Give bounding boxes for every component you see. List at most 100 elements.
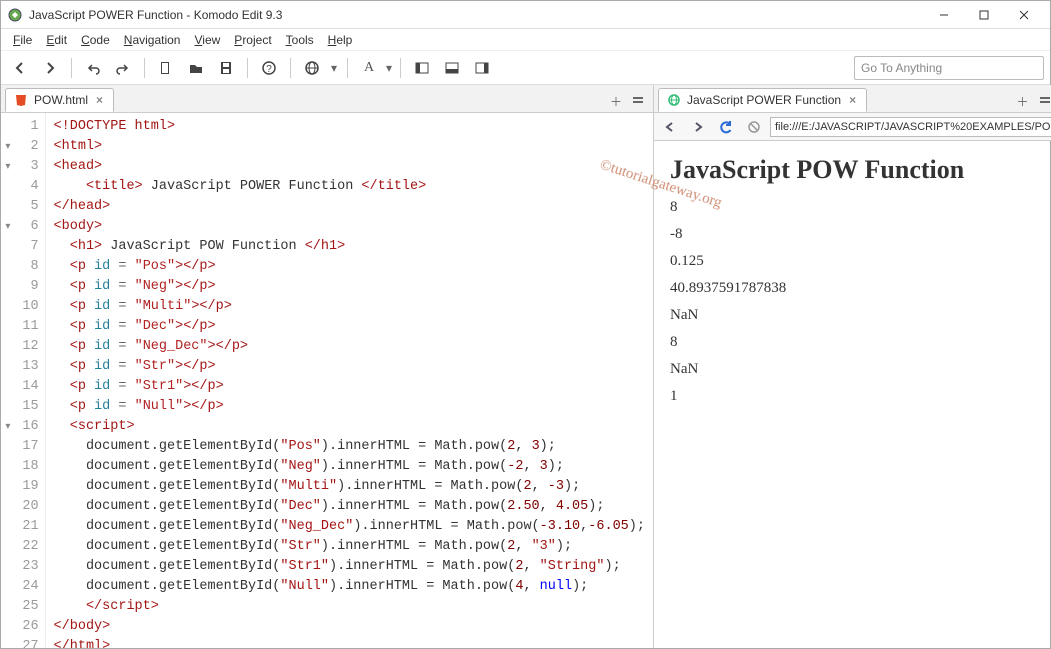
new-tab-button[interactable]: ＋ [605,90,627,112]
menu-view[interactable]: View [188,31,226,49]
open-file-button[interactable] [183,55,209,81]
globe-icon [667,93,681,107]
svg-text:?: ? [266,64,272,75]
code-line[interactable]: </html> [54,637,645,648]
code-line[interactable]: <html> [54,137,645,157]
code-line[interactable]: document.getElementById("Str1").innerHTM… [54,557,645,577]
fold-toggle [1,597,15,617]
menu-file[interactable]: File [7,31,38,49]
code-line[interactable]: <title> JavaScript POWER Function </titl… [54,177,645,197]
redo-button[interactable] [110,55,136,81]
preview-value: 8 [670,334,1044,351]
panel-left-button[interactable] [409,55,435,81]
menu-code[interactable]: Code [75,31,116,49]
code-line[interactable]: <p id = "Str"></p> [54,357,645,377]
code-line[interactable]: <p id = "Str1"></p> [54,377,645,397]
close-button[interactable] [1004,2,1044,28]
code-line[interactable]: document.getElementById("Str").innerHTML… [54,537,645,557]
back-button[interactable] [7,55,33,81]
browser-preview-button[interactable] [299,55,325,81]
fold-toggle [1,177,15,197]
fold-toggle[interactable]: ▾ [1,157,15,177]
panel-right-button[interactable] [469,55,495,81]
code-line[interactable]: <p id = "Dec"></p> [54,317,645,337]
editor-tabstrip: POW.html × ＋ [1,85,653,113]
fold-toggle[interactable]: ▾ [1,137,15,157]
code-line[interactable]: <p id = "Null"></p> [54,397,645,417]
tab-close-button[interactable]: × [847,93,858,107]
menu-project[interactable]: Project [228,31,277,49]
line-number: 2 [15,137,39,157]
code-body[interactable]: <!DOCTYPE html><html><head> <title> Java… [46,113,653,648]
code-line[interactable]: </head> [54,197,645,217]
line-number: 19 [15,477,39,497]
code-line[interactable]: document.getElementById("Multi").innerHT… [54,477,645,497]
preview-value: 1 [670,388,1044,405]
code-line[interactable]: <p id = "Pos"></p> [54,257,645,277]
tab-close-button[interactable]: × [94,93,105,107]
new-tab-button[interactable]: ＋ [1012,90,1034,112]
code-line[interactable]: <script> [54,417,645,437]
code-editor[interactable]: ▾▾▾▾ 12345678910111213141516171819202122… [1,113,653,648]
separator [71,58,72,78]
code-line[interactable]: <p id = "Neg_Dec"></p> [54,337,645,357]
code-line[interactable]: document.getElementById("Null").innerHTM… [54,577,645,597]
code-line[interactable]: <!DOCTYPE html> [54,117,645,137]
code-line[interactable]: <body> [54,217,645,237]
help-button[interactable]: ? [256,55,282,81]
browser-back-button[interactable] [658,116,682,138]
tab-list-button[interactable] [627,90,649,112]
save-button[interactable] [213,55,239,81]
line-number: 18 [15,457,39,477]
separator [144,58,145,78]
fold-toggle[interactable]: ▾ [1,217,15,237]
browser-stop-button[interactable] [742,116,766,138]
goto-anything-input[interactable]: Go To Anything [854,56,1044,80]
preview-value: NaN [670,361,1044,378]
menu-navigation[interactable]: Navigation [118,31,187,49]
browser-url-input[interactable]: file:///E:/JAVASCRIPT/JAVASCRIPT%20EXAMP… [770,117,1051,137]
new-file-button[interactable] [153,55,179,81]
code-line[interactable]: document.getElementById("Neg_Dec").inner… [54,517,645,537]
code-line[interactable]: <p id = "Neg"></p> [54,277,645,297]
tab-label: JavaScript POWER Function [687,93,841,107]
fold-gutter[interactable]: ▾▾▾▾ [1,113,15,648]
code-line[interactable]: document.getElementById("Neg").innerHTML… [54,457,645,477]
browser-forward-button[interactable] [686,116,710,138]
code-line[interactable]: document.getElementById("Pos").innerHTML… [54,437,645,457]
chevron-down-icon[interactable]: ▾ [386,61,392,75]
fold-toggle [1,197,15,217]
line-number: 1 [15,117,39,137]
tab-pow-html[interactable]: POW.html × [5,88,114,112]
fold-toggle [1,317,15,337]
chevron-down-icon[interactable]: ▾ [329,61,339,75]
code-line[interactable]: <p id = "Multi"></p> [54,297,645,317]
code-line[interactable]: </body> [54,617,645,637]
browser-tabstrip: JavaScript POWER Function × ＋ [654,85,1051,113]
maximize-button[interactable] [964,2,1004,28]
code-line[interactable]: <h1> JavaScript POW Function </h1> [54,237,645,257]
tab-list-button[interactable] [1034,90,1051,112]
code-line[interactable]: </script> [54,597,645,617]
minimize-button[interactable] [924,2,964,28]
tab-label: POW.html [34,93,88,107]
preview-value: 40.8937591787838 [670,280,1044,297]
fold-toggle [1,457,15,477]
fold-toggle[interactable]: ▾ [1,417,15,437]
menu-help[interactable]: Help [322,31,359,49]
code-line[interactable]: <head> [54,157,645,177]
code-line[interactable]: document.getElementById("Dec").innerHTML… [54,497,645,517]
tab-browser-preview[interactable]: JavaScript POWER Function × [658,88,867,112]
line-number: 10 [15,297,39,317]
font-button[interactable]: A [356,55,382,81]
menu-tools[interactable]: Tools [280,31,320,49]
forward-button[interactable] [37,55,63,81]
line-number: 27 [15,637,39,648]
browser-reload-button[interactable] [714,116,738,138]
undo-button[interactable] [80,55,106,81]
fold-toggle [1,237,15,257]
separator [347,58,348,78]
menu-edit[interactable]: Edit [40,31,73,49]
panel-bottom-button[interactable] [439,55,465,81]
fold-toggle [1,377,15,397]
